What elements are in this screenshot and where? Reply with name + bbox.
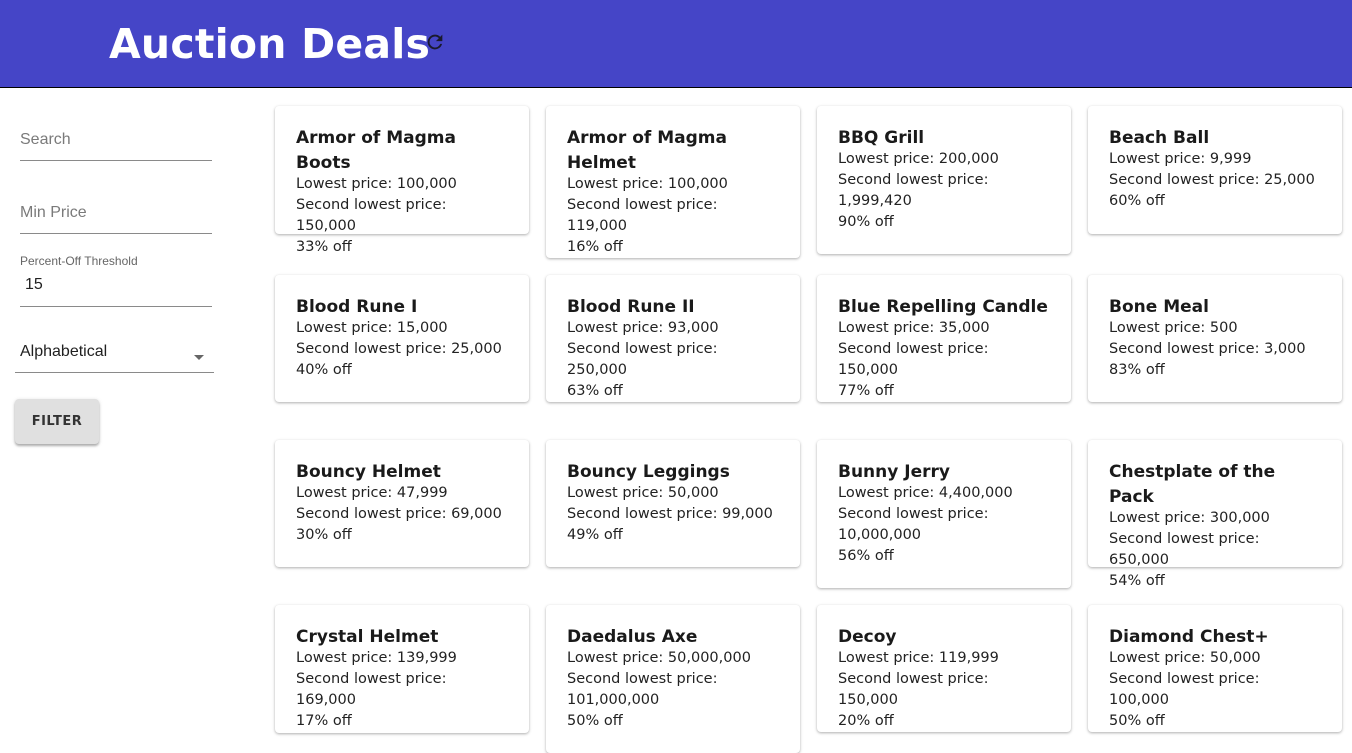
deal-name: Decoy — [838, 627, 897, 647]
deal-card: Armor of Magma Boots Lowest price: 100,00… — [275, 106, 529, 255]
page-title: Auction Deals — [109, 20, 431, 68]
deal-name: Daedalus Axe — [567, 627, 698, 647]
second-lowest-price: Second lowest price: 150,000 — [838, 671, 989, 708]
deal-card: Bunny Jerry Lowest price: 4,400,000 Second… — [817, 440, 1071, 588]
deal-name: Crystal Helmet — [296, 627, 439, 647]
lowest-price: Lowest price: 500 — [1109, 320, 1238, 336]
second-lowest-price: Second lowest price: 101,000,000 — [567, 671, 718, 708]
lowest-price: Lowest price: 4,400,000 — [838, 485, 1013, 501]
lowest-price: Lowest price: 100,000 — [567, 176, 728, 192]
deal-name: Bouncy Helmet — [296, 462, 441, 482]
deal-card: Bouncy Helmet Lowest price: 47,999 Second … — [275, 440, 529, 567]
percent-off: 50% off — [1109, 713, 1165, 729]
min-price-input[interactable] — [20, 201, 212, 225]
deal-name: BBQ Grill — [838, 128, 925, 148]
percent-off: 16% off — [567, 239, 623, 255]
second-lowest-price: Second lowest price: 1,999,420 — [838, 172, 989, 209]
deal-name: Blood Rune I — [296, 297, 418, 317]
search-field — [20, 128, 212, 161]
lowest-price: Lowest price: 50,000 — [1109, 650, 1261, 666]
sort-select[interactable]: Alphabetical — [15, 334, 214, 373]
threshold-field: Percent-Off Threshold — [20, 252, 212, 307]
deal-name: Blue Repelling Candle — [838, 297, 1048, 317]
percent-off: 77% off — [838, 383, 894, 399]
deal-card: Daedalus Axe Lowest price: 50,000,000 Seco… — [546, 605, 800, 753]
filter-button[interactable]: FILTER — [15, 399, 99, 444]
deal-card: Blue Repelling Candle Lowest price: 35,00… — [817, 275, 1071, 402]
sort-select-value: Alphabetical — [20, 343, 108, 360]
percent-off: 20% off — [838, 713, 894, 729]
second-lowest-price: Second lowest price: 169,000 — [296, 671, 447, 708]
deal-card: Blood Rune II Lowest price: 93,000 Second … — [546, 275, 800, 402]
percent-off: 50% off — [567, 713, 623, 729]
second-lowest-price: Second lowest price: 150,000 — [296, 197, 447, 234]
deal-card: Decoy Lowest price: 119,999 Second lowest … — [817, 605, 1071, 732]
deal-card: Beach Ball Lowest price: 9,999 Second lowe… — [1088, 106, 1342, 234]
deal-card: Armor of Magma Helmet Lowest price: 100,0… — [546, 106, 800, 258]
deal-card: Bouncy Leggings Lowest price: 50,000 Secon… — [546, 440, 800, 567]
second-lowest-price: Second lowest price: 119,000 — [567, 197, 718, 234]
threshold-input[interactable] — [25, 273, 205, 297]
percent-off: 40% off — [296, 362, 352, 378]
dropdown-arrow-icon — [194, 355, 204, 360]
deal-name: Armor of Magma Helmet — [567, 128, 727, 173]
lowest-price: Lowest price: 9,999 — [1109, 151, 1252, 167]
lowest-price: Lowest price: 47,999 — [296, 485, 448, 501]
lowest-price: Lowest price: 119,999 — [838, 650, 999, 666]
deal-card: Chestplate of the Pack Lowest price: 300,… — [1088, 440, 1342, 589]
lowest-price: Lowest price: 100,000 — [296, 176, 457, 192]
lowest-price: Lowest price: 300,000 — [1109, 510, 1270, 526]
second-lowest-price: Second lowest price: 3,000 — [1109, 341, 1306, 357]
percent-off: 60% off — [1109, 193, 1165, 209]
percent-off: 90% off — [838, 214, 894, 230]
percent-off: 54% off — [1109, 573, 1165, 589]
deal-name: Bone Meal — [1109, 297, 1209, 317]
app-bar: Auction Deals — [0, 0, 1352, 88]
second-lowest-price: Second lowest price: 250,000 — [567, 341, 718, 378]
deal-name: Blood Rune II — [567, 297, 695, 317]
min-price-field — [20, 201, 212, 234]
deal-name: Armor of Magma Boots — [296, 128, 456, 173]
deal-name: Bouncy Leggings — [567, 462, 730, 482]
lowest-price: Lowest price: 50,000 — [567, 485, 719, 501]
lowest-price: Lowest price: 93,000 — [567, 320, 719, 336]
deal-card: Bone Meal Lowest price: 500 Second lowest … — [1088, 275, 1342, 402]
lowest-price: Lowest price: 35,000 — [838, 320, 990, 336]
percent-off: 63% off — [567, 383, 623, 399]
percent-off: 83% off — [1109, 362, 1165, 378]
percent-off: 30% off — [296, 527, 352, 543]
deal-card: BBQ Grill Lowest price: 200,000 Second low… — [817, 106, 1071, 254]
percent-off: 33% off — [296, 239, 352, 255]
percent-off: 56% off — [838, 548, 894, 564]
deal-card: Crystal Helmet Lowest price: 139,999 Secon… — [275, 605, 529, 733]
lowest-price: Lowest price: 139,999 — [296, 650, 457, 666]
search-input[interactable] — [20, 128, 212, 152]
second-lowest-price: Second lowest price: 69,000 — [296, 506, 502, 522]
refresh-icon[interactable] — [424, 31, 446, 53]
filter-sidebar: Percent-Off Threshold Alphabetical FILTE… — [0, 88, 240, 747]
deal-name: Chestplate of the Pack — [1109, 462, 1276, 507]
second-lowest-price: Second lowest price: 150,000 — [838, 341, 989, 378]
second-lowest-price: Second lowest price: 99,000 — [567, 506, 773, 522]
deal-name: Bunny Jerry — [838, 462, 950, 482]
threshold-label: Percent-Off Threshold — [20, 254, 138, 268]
lowest-price: Lowest price: 15,000 — [296, 320, 448, 336]
second-lowest-price: Second lowest price: 100,000 — [1109, 671, 1260, 708]
deal-card: Diamond Chest+ Lowest price: 50,000 Second… — [1088, 605, 1342, 732]
lowest-price: Lowest price: 50,000,000 — [567, 650, 751, 666]
lowest-price: Lowest price: 200,000 — [838, 151, 999, 167]
second-lowest-price: Second lowest price: 10,000,000 — [838, 506, 989, 543]
second-lowest-price: Second lowest price: 25,000 — [296, 341, 502, 357]
deal-name: Beach Ball — [1109, 128, 1210, 148]
percent-off: 17% off — [296, 713, 352, 729]
second-lowest-price: Second lowest price: 25,000 — [1109, 172, 1315, 188]
percent-off: 49% off — [567, 527, 623, 543]
second-lowest-price: Second lowest price: 650,000 — [1109, 531, 1260, 568]
deal-card: Blood Rune I Lowest price: 15,000 Second l… — [275, 275, 529, 402]
deal-name: Diamond Chest+ — [1109, 627, 1269, 647]
